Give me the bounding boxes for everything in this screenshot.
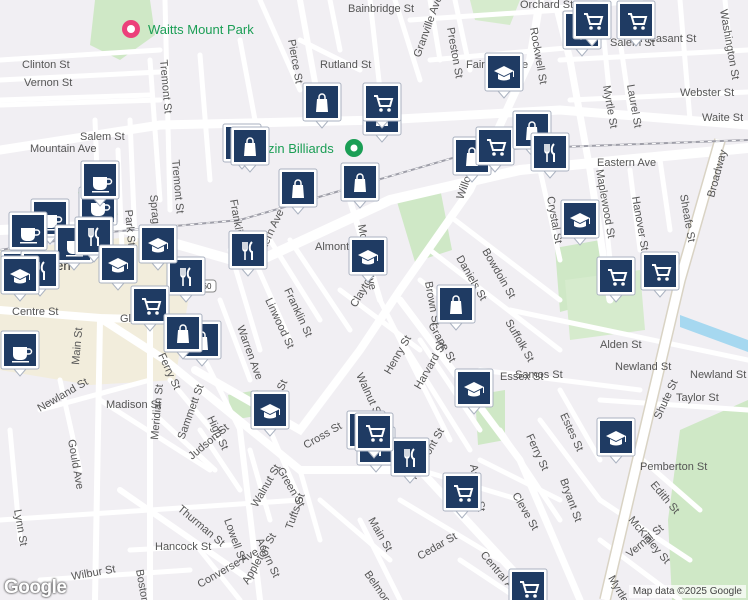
shopping-cart-marker[interactable]	[616, 0, 656, 47]
map-attribution: Map data ©2025 Google	[628, 585, 746, 598]
shopping-bag-marker[interactable]	[163, 313, 203, 360]
street-label: Hancock St	[155, 541, 211, 553]
shopping-cart-marker[interactable]	[475, 126, 515, 173]
shopping-cart-marker[interactable]	[362, 82, 402, 129]
street-label: Bainbridge St	[348, 3, 414, 15]
coffee-marker[interactable]	[0, 330, 40, 377]
shopping-cart-marker[interactable]	[596, 256, 636, 303]
school-marker[interactable]	[484, 52, 524, 99]
school-marker[interactable]	[138, 224, 178, 271]
shopping-bag-marker[interactable]	[340, 162, 380, 209]
school-marker[interactable]	[560, 199, 600, 246]
poi-billiards[interactable]: zin Billiards	[268, 139, 363, 157]
school-marker[interactable]	[250, 390, 290, 437]
street-label: Hazel St	[0, 0, 42, 3]
street-label: Taylor St	[676, 392, 719, 404]
street-label: Eastern Ave	[597, 157, 656, 169]
street-label: Alden St	[600, 339, 642, 351]
street-label: Waite St	[702, 112, 743, 124]
street-label: Pemberton St	[640, 461, 707, 473]
svg-text:zin Billiards: zin Billiards	[268, 141, 334, 156]
shopping-cart-marker[interactable]	[640, 251, 680, 298]
school-marker[interactable]	[596, 417, 636, 464]
street-label: Clinton St	[22, 59, 70, 71]
shopping-cart-marker[interactable]	[508, 568, 548, 600]
restaurant-marker[interactable]	[166, 256, 206, 303]
street-label: Mountain Ave	[30, 143, 96, 155]
street-label: Centre St	[12, 306, 58, 318]
school-marker[interactable]	[0, 255, 40, 302]
restaurant-marker[interactable]	[228, 230, 268, 277]
street-label: Salem St	[80, 131, 125, 143]
shopping-bag-marker[interactable]	[230, 126, 270, 173]
restaurant-marker[interactable]	[530, 132, 570, 179]
restaurant-marker[interactable]	[390, 437, 430, 484]
shopping-cart-marker[interactable]	[572, 0, 612, 47]
google-logo: Google	[4, 577, 67, 598]
school-marker[interactable]	[348, 236, 388, 283]
street-label: Vernon St	[24, 77, 72, 89]
street-label: Orchard St	[520, 0, 573, 11]
coffee-marker[interactable]	[8, 211, 48, 258]
shopping-bag-marker[interactable]	[302, 82, 342, 129]
shopping-bag-marker[interactable]	[436, 284, 476, 331]
school-marker[interactable]	[454, 368, 494, 415]
svg-text:Waitts Mount Park: Waitts Mount Park	[148, 22, 254, 37]
street-label: Rutland St	[320, 59, 371, 71]
shopping-cart-marker[interactable]	[442, 472, 482, 519]
school-marker[interactable]	[98, 244, 138, 291]
shopping-bag-marker[interactable]	[278, 168, 318, 215]
shopping-cart-marker[interactable]	[354, 412, 394, 459]
shopping-cart-marker[interactable]	[130, 285, 170, 332]
coffee-marker[interactable]	[80, 160, 120, 207]
street-label: Newland St	[690, 369, 746, 381]
street-label: Webster St	[680, 87, 734, 99]
street-label: Samos St	[515, 369, 563, 381]
map-canvas[interactable]: 60 Bainbridge St Orchard StPierce St Prest…	[0, 0, 748, 600]
street-label: Newland St	[615, 361, 671, 373]
